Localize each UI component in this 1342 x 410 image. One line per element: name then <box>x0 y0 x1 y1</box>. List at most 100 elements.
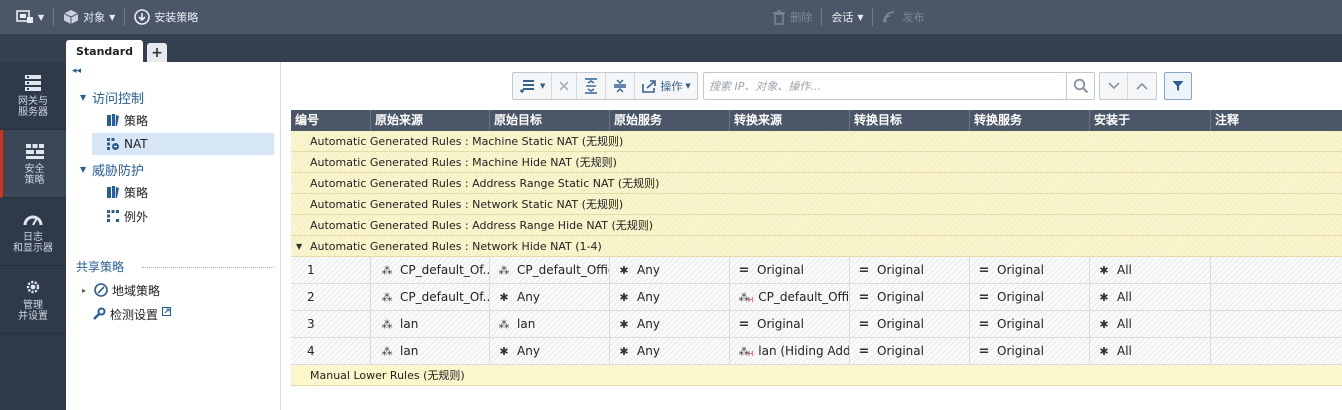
cell-original-destination[interactable]: ⁂ CP_default_Offic <box>490 257 610 284</box>
install-icon <box>134 9 151 25</box>
tab-standard[interactable]: Standard <box>66 40 143 62</box>
cell-translated-destination[interactable]: = Original <box>850 257 970 284</box>
cell-text: 1 <box>307 263 315 277</box>
cell-original-services[interactable]: ✱ Any <box>610 338 730 365</box>
cell-translated-destination[interactable]: = Original <box>850 284 970 311</box>
cell-install-on[interactable]: ✱ All <box>1090 338 1211 365</box>
cell-translated-source[interactable]: = Original <box>730 311 850 338</box>
equals-icon: = <box>978 317 990 332</box>
column-header-install-on[interactable]: 安装于 <box>1090 110 1211 131</box>
cell-install-on[interactable]: ✱ All <box>1090 284 1211 311</box>
publish-button[interactable]: 发布 <box>875 0 931 34</box>
cell-text: Original <box>997 344 1044 358</box>
column-header-no[interactable]: 编号 <box>291 110 371 131</box>
install-policy-button[interactable]: 安装策略 <box>127 0 205 34</box>
column-header-original-source[interactable]: 原始来源 <box>371 110 490 131</box>
network-icon: ⁂ <box>498 318 510 331</box>
actions-menu-button[interactable]: 操作 ▼ <box>635 73 696 99</box>
collapse-all-button[interactable] <box>606 73 636 99</box>
cell-original-destination[interactable]: ⁂ lan <box>490 311 610 338</box>
cell-original-destination[interactable]: ✱ Any <box>490 338 610 365</box>
section-row[interactable]: Automatic Generated Rules : Network Stat… <box>291 194 1342 215</box>
table-row[interactable]: ⁂ CP_default_Of... ⁂ CP_default_Offic ✱ Any = O… <box>291 257 1342 284</box>
chevron-up-icon <box>1136 82 1148 90</box>
column-header-original-destination[interactable]: 原始目标 <box>490 110 610 131</box>
section-row[interactable]: Automatic Generated Rules : Address Rang… <box>291 173 1342 194</box>
table-row[interactable]: ⁂ CP_default_Of... ✱ Any ✱ Any ⁂ H CP_default_Of… <box>291 284 1342 311</box>
add-rule-button[interactable]: ▼ <box>513 73 553 99</box>
section-row[interactable]: Automatic Generated Rules : Machine Hide… <box>291 152 1342 173</box>
cell-install-on[interactable]: ✱ All <box>1090 311 1211 338</box>
tree-tp-exceptions[interactable]: 例外 <box>106 205 148 227</box>
delete-rule-button[interactable] <box>552 73 578 99</box>
cell-translated-services[interactable]: = Original <box>970 311 1090 338</box>
cell-no[interactable]: 1 <box>291 257 371 284</box>
toolbar-divider <box>53 8 55 26</box>
discard-button[interactable]: 删除 <box>765 0 819 34</box>
cell-comments[interactable] <box>1211 284 1342 311</box>
filter-button[interactable] <box>1164 72 1192 100</box>
cell-original-services[interactable]: ✱ Any <box>610 284 730 311</box>
cell-text: Any <box>517 290 540 304</box>
column-header-original-services[interactable]: 原始服务 <box>610 110 730 131</box>
table-row[interactable]: ⁂ lan ⁂ lan ✱ Any = Original = Original = Original ✱… <box>291 311 1342 338</box>
cell-translated-source[interactable]: ⁂ H CP_default_Offic <box>730 284 850 311</box>
cell-comments[interactable] <box>1211 338 1342 365</box>
nav-security-policies[interactable]: 安全 策略 <box>0 130 66 198</box>
add-tab-button[interactable]: + <box>147 43 167 62</box>
app-menu-button[interactable]: ▼ <box>0 0 51 34</box>
collapse-panel-icon[interactable]: ◂◂ <box>72 66 81 76</box>
cell-translated-source[interactable]: = Original <box>730 257 850 284</box>
nav-gateways-servers[interactable]: 网关与 服务器 <box>0 62 66 130</box>
cell-original-destination[interactable]: ✱ Any <box>490 284 610 311</box>
cell-text: 2 <box>307 290 315 304</box>
cell-translated-source[interactable]: ⁂ Hlan (Hiding Add <box>730 338 850 365</box>
equals-icon: = <box>858 317 870 332</box>
cell-text: Original <box>757 263 804 277</box>
cell-no[interactable]: 4 <box>291 338 371 365</box>
cell-original-services[interactable]: ✱ Any <box>610 257 730 284</box>
cell-original-services[interactable]: ✱ Any <box>610 311 730 338</box>
cell-translated-services[interactable]: = Original <box>970 284 1090 311</box>
column-header-comments[interactable]: 注释 <box>1211 110 1342 131</box>
column-header-translated-source[interactable]: 转换来源 <box>730 110 850 131</box>
toolbar-divider <box>124 8 126 26</box>
section-row[interactable]: Automatic Generated Rules : Address Rang… <box>291 215 1342 236</box>
cell-translated-destination[interactable]: = Original <box>850 311 970 338</box>
cell-translated-services[interactable]: = Original <box>970 338 1090 365</box>
session-button[interactable]: 会话 ▼ <box>824 0 870 34</box>
publish-label: 发布 <box>902 11 925 24</box>
tree-nat[interactable]: NAT <box>92 133 274 155</box>
section-row[interactable]: Automatic Generated Rules : Machine Stat… <box>291 131 1342 152</box>
table-row[interactable]: ⁂ lan ✱ Any ✱ Any ⁂ Hlan (Hiding Add = Original = O… <box>291 338 1342 365</box>
next-match-button[interactable] <box>1100 73 1128 99</box>
search-button[interactable] <box>1066 73 1094 99</box>
column-header-translated-services[interactable]: 转换服务 <box>970 110 1090 131</box>
cell-install-on[interactable]: ✱ All <box>1090 257 1211 284</box>
expand-all-button[interactable] <box>577 73 607 99</box>
cell-text: CP_default_Offic <box>758 290 849 304</box>
tree-ac-policy[interactable]: 策略 <box>106 109 148 131</box>
column-header-translated-destination[interactable]: 转换目标 <box>850 110 970 131</box>
previous-match-button[interactable] <box>1128 73 1156 99</box>
objects-button[interactable]: 对象 ▼ <box>56 0 122 34</box>
tree-geo-policy[interactable]: ▸ 地域策略 <box>82 279 160 301</box>
tree-access-control[interactable]: ▼ 访问控制 <box>80 86 144 108</box>
cell-text: Any <box>637 344 660 358</box>
nav-logs-monitor[interactable]: 日志 和显示器 <box>0 198 66 266</box>
section-row-expanded[interactable]: ▼ Automatic Generated Rules : Network Hi… <box>291 236 1342 257</box>
cell-translated-destination[interactable]: = Original <box>850 338 970 365</box>
section-row-manual[interactable]: Manual Lower Rules (无规则) <box>291 365 1342 386</box>
cell-comments[interactable] <box>1211 311 1342 338</box>
cell-text: 4 <box>307 344 315 358</box>
cell-translated-services[interactable]: = Original <box>970 257 1090 284</box>
cell-no[interactable]: 3 <box>291 311 371 338</box>
search-input[interactable] <box>704 73 1066 99</box>
tree-tp-policy[interactable]: 策略 <box>106 181 148 203</box>
nav-manage-settings[interactable]: 管理 并设置 <box>0 266 66 334</box>
cell-no[interactable]: 2 <box>291 284 371 311</box>
cell-comments[interactable] <box>1211 257 1342 284</box>
chevron-down-icon: ▼ <box>80 164 87 174</box>
tree-threat-prevention[interactable]: ▼ 威胁防护 <box>80 158 144 180</box>
tree-inspection-settings[interactable]: 检测设置 <box>92 303 172 325</box>
